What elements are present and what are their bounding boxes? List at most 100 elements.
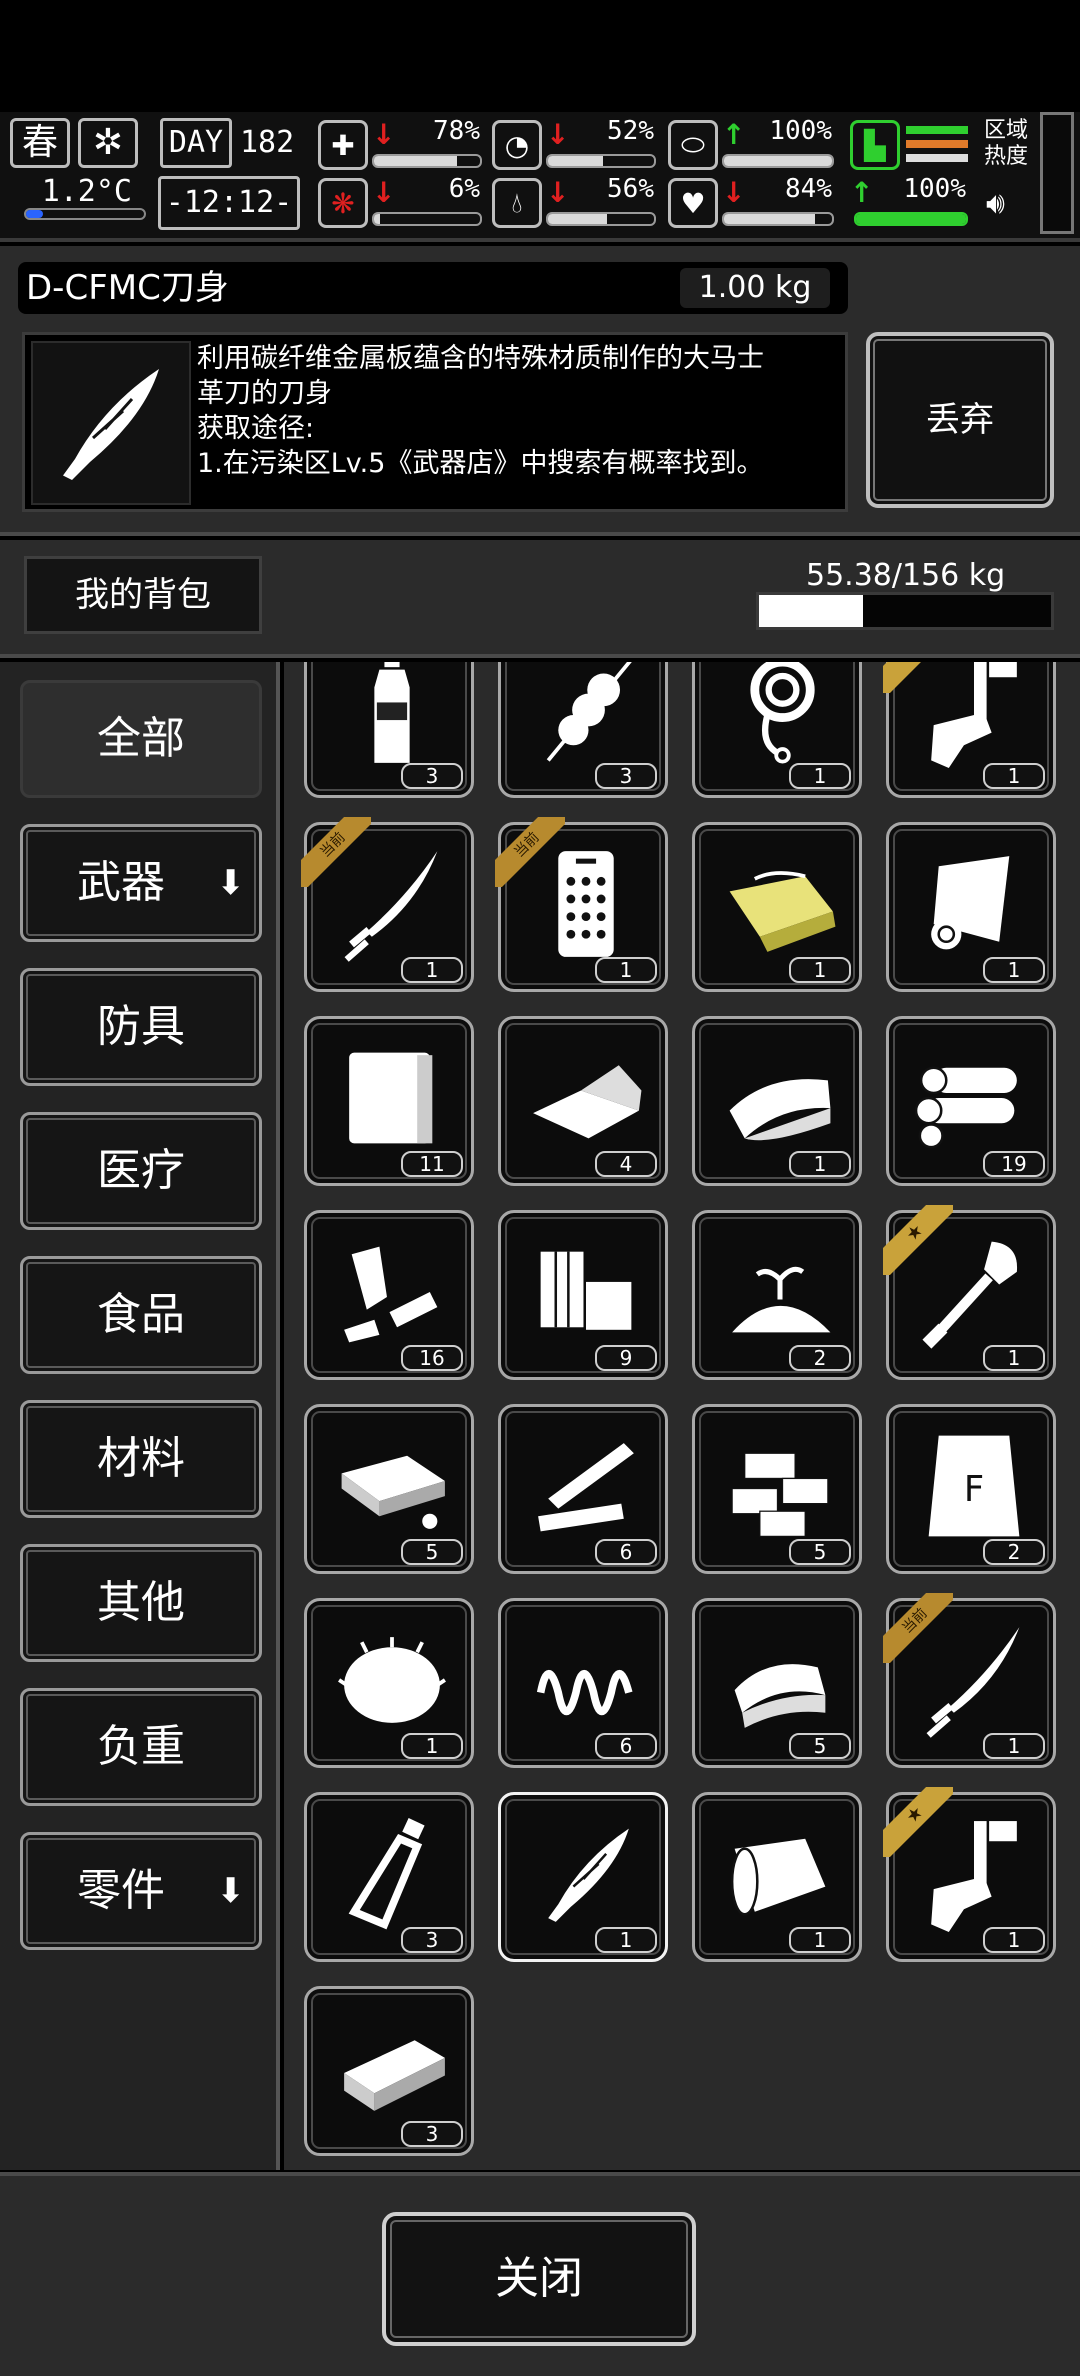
- category-7[interactable]: 负重: [20, 1688, 262, 1806]
- inventory-slot[interactable]: 9: [498, 1210, 668, 1380]
- item-quantity: 3: [401, 2121, 463, 2147]
- inventory-slot[interactable]: 6: [498, 1404, 668, 1574]
- item-quantity: 1: [983, 1927, 1045, 1953]
- category-label: 材料: [97, 1433, 185, 1484]
- item-quantity: 3: [595, 763, 657, 789]
- day-number: 182: [240, 125, 295, 160]
- stamina-bar: [854, 212, 968, 226]
- inventory-slot[interactable]: 3: [304, 662, 474, 798]
- inventory-slot[interactable]: 1 当前: [495, 817, 668, 992]
- infection-trend: ↓: [372, 176, 396, 209]
- close-button[interactable]: 关闭: [382, 2212, 696, 2346]
- category-1[interactable]: 武器 ⬇: [20, 824, 262, 942]
- item-description-box: 利用碳纤维金属板蕴含的特殊材质制作的大马士 革刀的刀身 获取途径: 1.在污染区…: [22, 332, 848, 512]
- health-trend: ↓: [372, 118, 396, 151]
- item-quantity: 16: [401, 1345, 463, 1371]
- wood-block-icon: [540, 1251, 632, 1330]
- equipped-label: 当前: [495, 817, 565, 887]
- thirst-value: 56%: [607, 174, 654, 204]
- inventory-slot[interactable]: 1: [692, 662, 862, 798]
- infection-stat: ❋ ↓ 6%: [318, 174, 482, 230]
- inventory-slot[interactable]: 1: [692, 1792, 862, 1962]
- star-icon: ★: [883, 662, 953, 693]
- inventory-slot[interactable]: 1: [886, 822, 1056, 992]
- inventory-slot[interactable]: 5: [692, 1404, 862, 1574]
- category-3[interactable]: 医疗: [20, 1112, 262, 1230]
- inventory-slot[interactable]: 11: [304, 1016, 474, 1186]
- brain-icon: ❋: [318, 178, 368, 228]
- cloth-stack-icon: [734, 1664, 826, 1728]
- category-5[interactable]: 材料: [20, 1400, 262, 1518]
- inventory-slot[interactable]: 2: [692, 1210, 862, 1380]
- hunger-stat: ◔ ↓ 52%: [492, 116, 656, 172]
- fabric-icon: [729, 1079, 831, 1141]
- mood-value: 84%: [785, 174, 832, 204]
- inventory-slot[interactable]: 1: [692, 1016, 862, 1186]
- inventory-slot[interactable]: 1: [304, 1598, 474, 1768]
- category-label: 武器: [77, 857, 165, 908]
- inventory-slot[interactable]: 3: [304, 1792, 474, 1962]
- item-quantity: 6: [595, 1539, 657, 1565]
- equipped-badge: 当前: [495, 817, 565, 887]
- inventory-slot[interactable]: 1★: [883, 662, 1056, 798]
- discard-button[interactable]: 丢弃: [866, 332, 1054, 508]
- inventory-slot[interactable]: 6: [498, 1598, 668, 1768]
- flour-bag-icon: F: [928, 1435, 1020, 1537]
- bandage-icon: [730, 1838, 826, 1916]
- inventory-slot[interactable]: 1: [692, 822, 862, 992]
- paper-roll-icon: [931, 856, 1010, 950]
- ingot-icon: [344, 2040, 445, 2111]
- equipped-badge: 当前: [883, 1593, 953, 1663]
- equipped-badge: 当前: [301, 817, 371, 887]
- stomach-icon: ◔: [492, 120, 542, 170]
- temperature-value: 1.2°C: [41, 174, 132, 209]
- skewer-icon: [546, 662, 632, 762]
- expand-arrow-icon: ⬇: [216, 1871, 246, 1911]
- item-quantity: 3: [401, 1927, 463, 1953]
- hunger-trend: ↓: [546, 118, 570, 151]
- inventory-slot[interactable]: 1 当前: [883, 1593, 1056, 1768]
- my-backpack-button[interactable]: 我的背包: [24, 556, 262, 634]
- category-label: 食品: [97, 1289, 185, 1340]
- item-quantity: 6: [595, 1733, 657, 1759]
- category-0[interactable]: 全部: [20, 680, 262, 798]
- inventory-slot[interactable]: 4: [498, 1016, 668, 1186]
- inventory-slot[interactable]: 1★: [883, 1787, 1056, 1962]
- stamina-stat: ↑ 100%: [850, 174, 968, 230]
- spring-icon: [536, 1669, 633, 1716]
- item-quantity: 2: [789, 1345, 851, 1371]
- infection-value: 6%: [448, 174, 480, 204]
- wood-planks-icon: [538, 1443, 634, 1532]
- status-scroll-handle[interactable]: [1040, 112, 1074, 234]
- water-bottle-icon: [374, 662, 410, 763]
- inventory-slot[interactable]: 5: [304, 1404, 474, 1574]
- energy-stat: ⬭ ↑ 100%: [668, 116, 834, 172]
- item-quantity: 1: [983, 957, 1045, 983]
- heart-icon: ♥: [668, 178, 718, 228]
- stone-slab-icon: [341, 1455, 445, 1529]
- inventory-slot[interactable]: F2: [886, 1404, 1056, 1574]
- category-2[interactable]: 防具: [20, 968, 262, 1086]
- speaker-icon[interactable]: 🔊︎: [986, 186, 1005, 221]
- category-label: 零件: [77, 1865, 165, 1916]
- category-label: 全部: [97, 713, 185, 764]
- category-8[interactable]: 零件 ⬇: [20, 1832, 262, 1950]
- mood-bar: [722, 212, 834, 226]
- day-label: DAY: [160, 118, 232, 168]
- item-quantity: 1: [789, 763, 851, 789]
- inventory-slot[interactable]: 1★: [883, 1205, 1056, 1380]
- inventory-slot[interactable]: 3: [498, 662, 668, 798]
- inventory-slot[interactable]: 16: [304, 1210, 474, 1380]
- category-6[interactable]: 其他: [20, 1544, 262, 1662]
- inventory-slot[interactable]: 1: [498, 1792, 668, 1962]
- favorite-star-badge: ★: [883, 662, 953, 693]
- item-quantity: 1: [789, 1927, 851, 1953]
- star-icon: ★: [883, 1787, 953, 1857]
- towel-icon: [349, 1052, 433, 1144]
- inventory-slot[interactable]: 1 当前: [301, 817, 474, 992]
- inventory-slot[interactable]: 3: [304, 1986, 474, 2156]
- inventory-slot[interactable]: 5: [692, 1598, 862, 1768]
- category-4[interactable]: 食品: [20, 1256, 262, 1374]
- inventory-slot[interactable]: 19: [886, 1016, 1056, 1186]
- snowflake-icon: ✲: [78, 118, 138, 168]
